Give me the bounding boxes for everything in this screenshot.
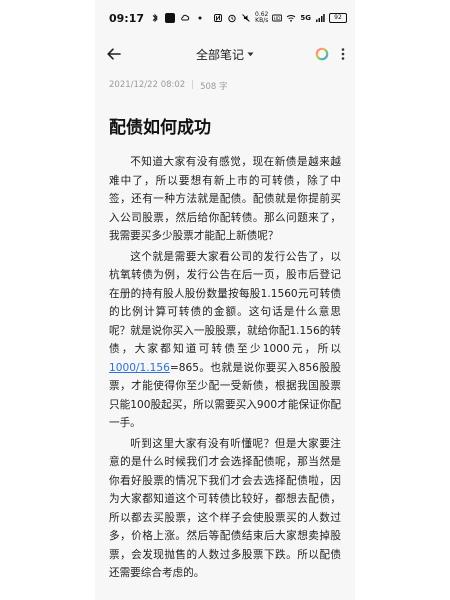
svg-text:HD: HD xyxy=(274,16,281,22)
dot-icon xyxy=(198,16,202,20)
more-vertical-icon[interactable] xyxy=(341,47,345,61)
note-title: 配债如何成功 xyxy=(109,118,211,138)
note-header: 全部笔记 xyxy=(95,36,355,72)
chevron-down-icon xyxy=(247,52,254,56)
note-meta: 2021/12/22 08:02 | 508 字 xyxy=(109,80,228,92)
app-notification-icon xyxy=(165,13,176,23)
bluetooth-icon xyxy=(152,13,158,23)
folder-selector[interactable]: 全部笔记 xyxy=(196,46,254,63)
mute-icon xyxy=(242,14,250,22)
formula-link[interactable]: 1000/1.156 xyxy=(109,362,170,374)
network-speed: 0.62 KB/s xyxy=(255,11,269,24)
paragraph-1: 不知道大家有没有感觉，现在新债是越来越难中了，所以要想有新上市的可转债，除了中签… xyxy=(109,156,341,242)
meta-separator: | xyxy=(191,80,195,90)
cloud-icon xyxy=(181,14,190,21)
note-body[interactable]: 不知道大家有没有感觉，现在新债是越来越难中了，所以要想有新上市的可转债，除了中签… xyxy=(109,153,341,585)
alarm-icon xyxy=(228,14,236,23)
status-bar: 09:17 0.62 KB/s HD 5G 92 xyxy=(95,0,355,36)
header-title: 全部笔记 xyxy=(195,47,244,62)
nfc-icon xyxy=(214,14,223,22)
note-date: 2021/12/22 08:02 xyxy=(109,80,186,90)
hd-icon: HD xyxy=(272,14,283,22)
phone-screen: 09:17 0.62 KB/s HD 5G 92 全部笔记 2021/12/22… xyxy=(95,0,355,600)
status-time: 09:17 xyxy=(109,11,145,25)
wifi-icon xyxy=(287,15,296,22)
signal-label: 5G xyxy=(300,14,311,22)
battery-indicator: 92 xyxy=(329,13,347,23)
paragraph-3: 听到这里大家有没有听懂呢？但是大家要注意的是什么时候我们才会选择配债呢，那当然是… xyxy=(109,437,341,580)
back-arrow-icon[interactable] xyxy=(105,45,123,63)
signal-bars-icon xyxy=(316,14,325,22)
color-ring-icon[interactable] xyxy=(315,47,329,61)
paragraph-2: 这个就是需要大家看公司的发行公告了，以杭氧转债为例，发行公告在后一页，股市后登记… xyxy=(109,250,341,430)
word-count: 508 字 xyxy=(200,82,228,92)
